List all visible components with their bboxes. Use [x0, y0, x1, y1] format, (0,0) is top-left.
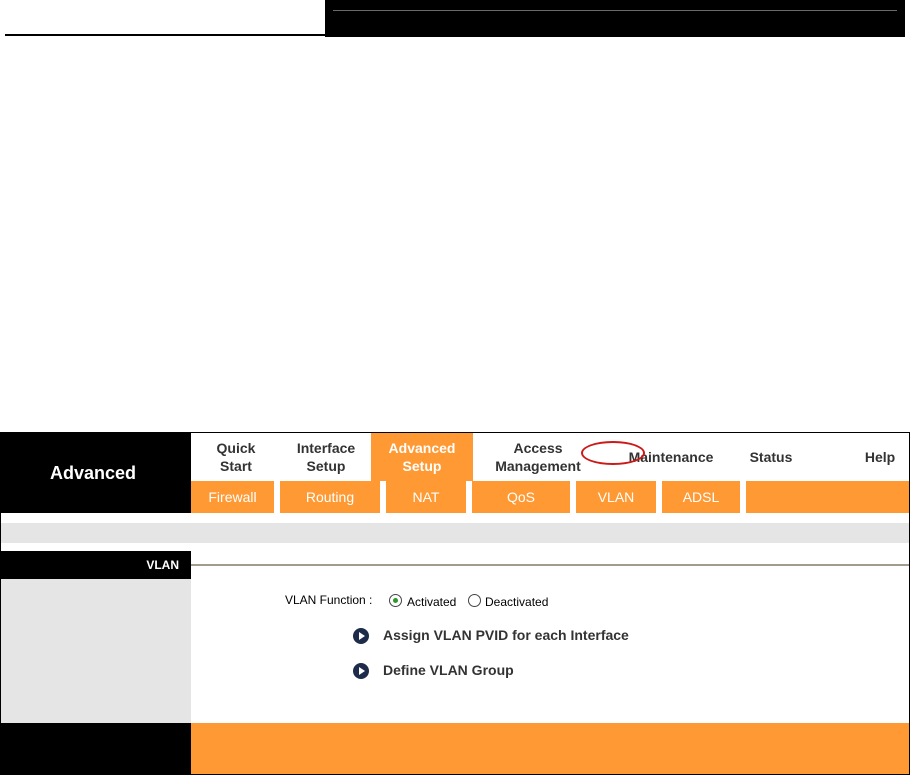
vlan-deactivated-radio[interactable]: [468, 594, 481, 607]
subtab-firewall[interactable]: Firewall: [191, 481, 274, 513]
left-column: [1, 579, 191, 723]
vlan-deactivated-label: Deactivated: [485, 595, 549, 609]
header-rule: [5, 34, 325, 36]
tab-label: Interface: [296, 440, 356, 456]
tab-interface-setup[interactable]: Interface Setup: [281, 433, 371, 481]
subtab-qos[interactable]: QoS: [472, 481, 570, 513]
section-divider: [191, 564, 909, 566]
sub-navigation-bar: Firewall Routing NAT QoS VLAN ADSL: [191, 481, 909, 513]
vlan-activated-radio[interactable]: [389, 594, 402, 607]
subtab-divider: [740, 481, 746, 513]
router-config-panel: Advanced Quick Start Interface Setup Advan…: [0, 432, 910, 775]
tab-advanced-setup[interactable]: Advanced Setup: [371, 433, 473, 481]
tab-quick-start[interactable]: Quick Start: [191, 433, 281, 481]
brand-title: Advanced: [1, 433, 191, 513]
spacer-strip: [1, 523, 909, 543]
tab-help[interactable]: Help: [851, 433, 909, 481]
tab-label: Status: [749, 449, 793, 465]
vlan-function-label: VLAN Function :: [285, 593, 373, 607]
vlan-activated-label: Activated: [407, 595, 457, 609]
header-bar: [325, 0, 905, 37]
tab-label: Help: [864, 449, 896, 465]
subtab-adsl[interactable]: ADSL: [662, 481, 740, 513]
footer-left: [1, 723, 191, 774]
vlan-highlight-ring: [581, 441, 645, 465]
subtab-vlan[interactable]: VLAN: [576, 481, 656, 513]
tab-label: Management: [495, 458, 581, 474]
tab-label: Setup: [402, 458, 442, 474]
define-vlan-group-link[interactable]: Define VLAN Group: [383, 662, 514, 678]
section-title: VLAN: [1, 551, 191, 579]
subtab-routing[interactable]: Routing: [280, 481, 380, 513]
tab-label: Advanced: [388, 440, 456, 456]
arrow-bullet-icon: [353, 628, 369, 644]
tab-status[interactable]: Status: [731, 433, 811, 481]
footer-bar: [191, 723, 909, 774]
tab-label: Access: [513, 440, 563, 456]
tab-label: Setup: [306, 458, 346, 474]
subtab-nat[interactable]: NAT: [386, 481, 466, 513]
arrow-bullet-icon: [353, 663, 369, 679]
tab-label: Start: [220, 458, 252, 474]
assign-vlan-pvid-link[interactable]: Assign VLAN PVID for each Interface: [383, 627, 629, 643]
tab-label: Quick: [216, 440, 256, 456]
